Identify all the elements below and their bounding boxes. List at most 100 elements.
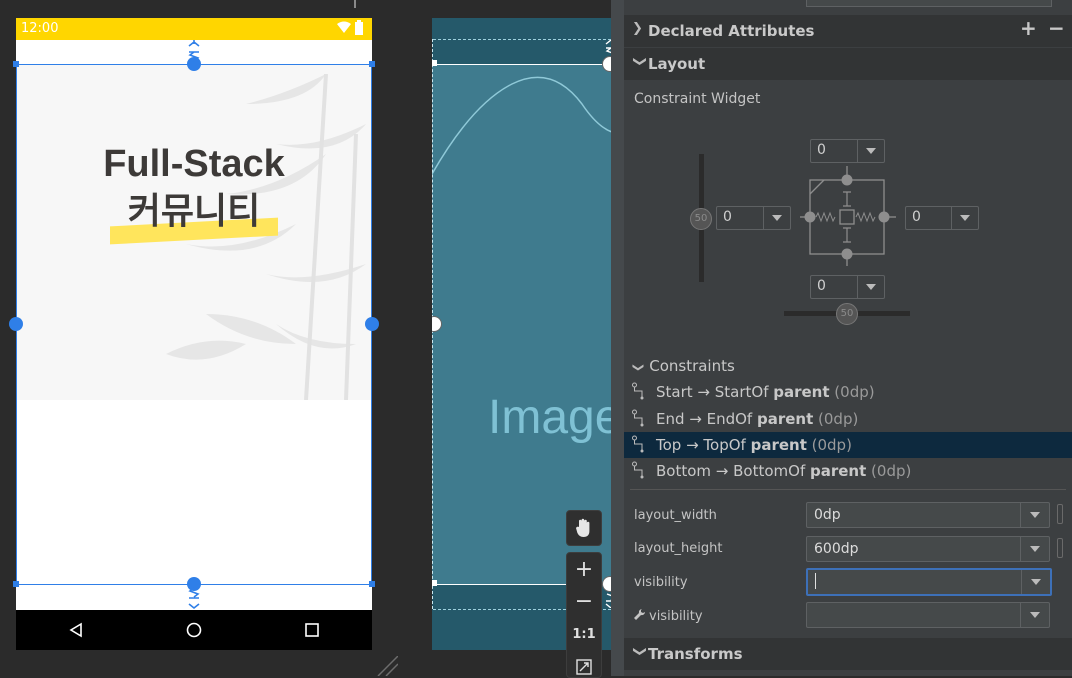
start-anchor-handle[interactable]	[9, 317, 23, 331]
zoom-out-button[interactable]: −	[567, 589, 601, 614]
divider	[630, 489, 1066, 490]
chevron-down-icon	[951, 207, 978, 229]
blueprint-selection-top	[432, 64, 622, 65]
add-attribute-button[interactable]: +	[1020, 16, 1037, 40]
hero-subtitle: 커뮤니티	[16, 190, 372, 234]
fit-screen-icon[interactable]	[576, 659, 592, 675]
layout-width-dropdown[interactable]: 0dp	[806, 502, 1050, 528]
chevron-down-icon	[1020, 603, 1049, 627]
top-handle-marker	[354, 0, 356, 8]
blueprint-top-area	[432, 18, 622, 64]
margin-end-value: 0	[912, 209, 921, 225]
wifi-battery-icon	[337, 20, 363, 35]
constraint-text: End → EndOf	[656, 410, 757, 428]
constraint-row-bottom[interactable]: Bottom → BottomOf parent (0dp)	[624, 458, 1072, 484]
visibility-label: visibility	[634, 575, 688, 590]
end-anchor-handle[interactable]	[365, 317, 379, 331]
resize-handle-bottom-right[interactable]	[369, 581, 375, 587]
resize-grip-icon[interactable]	[376, 656, 398, 676]
margin-bottom-dropdown[interactable]: 0	[810, 275, 885, 299]
margin-end-dropdown[interactable]: 0	[905, 206, 979, 230]
status-icons	[336, 20, 366, 40]
back-icon[interactable]	[68, 622, 84, 638]
constraint-margin: (0dp)	[806, 436, 852, 454]
chevron-down-icon	[763, 207, 790, 229]
text-caret	[815, 573, 816, 589]
recents-icon[interactable]	[304, 622, 320, 638]
declared-attributes-title: Declared Attributes	[648, 22, 815, 40]
chevron-down-icon	[1020, 503, 1049, 527]
chevron-down-icon: ❯	[632, 362, 646, 373]
image-placeholder-label: Image	[488, 391, 622, 444]
chevron-down-icon	[1021, 570, 1050, 594]
remove-attribute-button[interactable]: −	[1048, 16, 1065, 40]
panel-splitter[interactable]	[611, 0, 624, 676]
layout-width-label: layout_width	[634, 508, 717, 523]
hand-icon	[576, 518, 590, 537]
navigation-bar	[16, 610, 372, 650]
attributes-panel: ❯ Declared Attributes + − ❯ Layout Const…	[624, 0, 1072, 676]
constraint-target: parent	[773, 383, 830, 401]
layout-height-value: 600dp	[814, 541, 859, 557]
blueprint-resize-bottom-left[interactable]	[432, 580, 437, 586]
blueprint-image-curve	[432, 76, 622, 175]
pan-button[interactable]	[566, 510, 602, 546]
top-constraint-spring-icon	[188, 40, 200, 63]
vertical-bias-thumb[interactable]: 50	[690, 208, 712, 230]
constraint-row-end[interactable]: End → EndOf parent (0dp)	[624, 406, 1072, 432]
margin-top-dropdown[interactable]: 0	[810, 139, 885, 163]
constraints-title: Constraints	[649, 357, 735, 375]
hero-title: Full-Stack	[103, 143, 285, 185]
resize-handle-top-right[interactable]	[369, 61, 375, 67]
declared-attributes-header[interactable]: ❯ Declared Attributes + −	[624, 15, 1072, 47]
tools-visibility-dropdown[interactable]	[806, 602, 1050, 628]
status-bar: 12:00	[16, 18, 372, 40]
chevron-down-icon	[857, 276, 884, 298]
constraint-link-icon	[632, 461, 646, 483]
actual-size-button[interactable]: 1:1	[567, 627, 601, 642]
chevron-down-icon	[857, 140, 884, 162]
constraint-target: parent	[810, 462, 867, 480]
constraint-text: Bottom → BottomOf	[656, 462, 810, 480]
design-surface[interactable]: 12:00 Full-Stack 커뮤니티	[9, 18, 379, 650]
layout-height-label: layout_height	[634, 541, 723, 556]
constraint-row-start[interactable]: Start → StartOf parent (0dp)	[624, 379, 1072, 405]
layout-section-header[interactable]: ❯ Layout	[624, 48, 1072, 80]
zoom-toolbar: + − 1:1	[566, 552, 602, 678]
constraint-margin: (0dp)	[866, 462, 912, 480]
bottom-constraint-spring-icon	[188, 587, 200, 610]
layout-height-pin[interactable]	[1057, 538, 1063, 558]
blueprint-resize-top-left[interactable]	[432, 60, 437, 66]
chevron-down-icon: ❯	[631, 56, 647, 67]
constraint-target: parent	[756, 410, 814, 428]
home-icon[interactable]	[186, 622, 202, 638]
transforms-section-header[interactable]: ❯ Transforms	[624, 638, 1072, 670]
transforms-section-title: Transforms	[648, 645, 743, 663]
constraint-row-top[interactable]: Top → TopOf parent (0dp)	[624, 432, 1072, 458]
chevron-right-icon: ❯	[632, 21, 643, 36]
constraint-margin: (0dp)	[829, 383, 875, 401]
layout-width-pin[interactable]	[1057, 504, 1063, 524]
chevron-down-icon: ❯	[631, 646, 647, 657]
margin-start-dropdown[interactable]: 0	[716, 206, 791, 230]
layout-width-value: 0dp	[814, 507, 841, 523]
id-field-stub[interactable]	[806, 0, 1052, 7]
layout-section-title: Layout	[648, 55, 706, 73]
status-time: 12:00	[21, 21, 59, 36]
constraint-margin: (0dp)	[813, 410, 859, 428]
constraint-target: parent	[750, 436, 807, 454]
constraint-widget-label: Constraint Widget	[634, 91, 761, 107]
horizontal-bias-thumb[interactable]: 50	[836, 303, 858, 325]
resize-handle-top-left[interactable]	[13, 61, 19, 67]
constraint-text: Top → TopOf	[656, 436, 751, 454]
blueprint-dashed-top	[433, 39, 621, 40]
layout-height-dropdown[interactable]: 600dp	[806, 536, 1050, 562]
visibility-dropdown[interactable]	[806, 568, 1052, 596]
constraint-link-icon	[632, 382, 646, 404]
constraint-preview-box	[800, 166, 896, 266]
constraints-header[interactable]: ❯ Constraints	[632, 357, 735, 375]
resize-handle-bottom-left[interactable]	[13, 581, 19, 587]
margin-start-value: 0	[723, 209, 732, 225]
wrench-icon	[633, 607, 645, 626]
zoom-in-button[interactable]: +	[567, 557, 601, 582]
